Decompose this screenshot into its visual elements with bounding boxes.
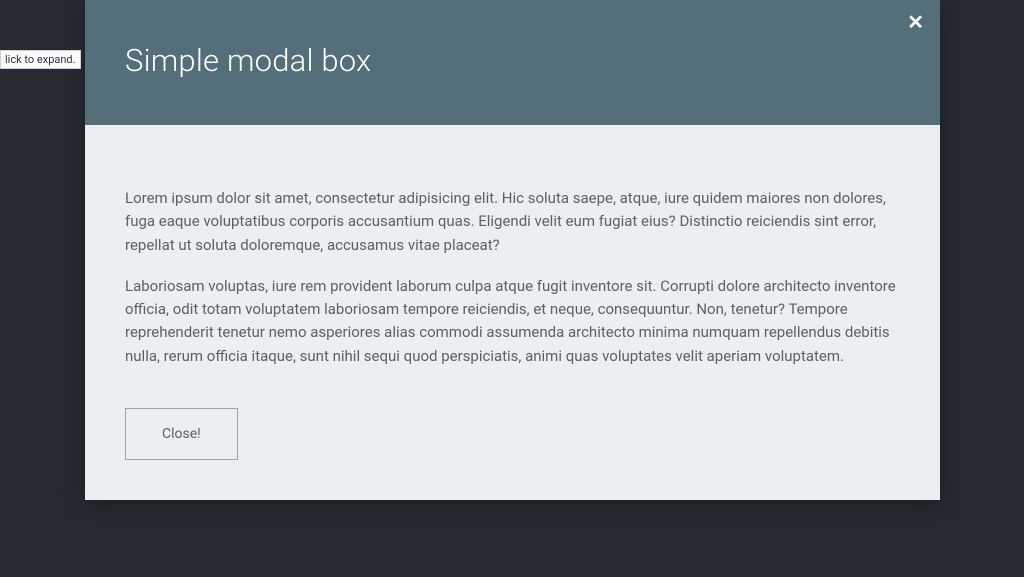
close-icon[interactable]: ✕ — [907, 12, 924, 32]
modal-dialog: ✕ Simple modal box Lorem ipsum dolor sit… — [85, 0, 940, 500]
modal-paragraph: Laboriosam voluptas, iure rem provident … — [125, 275, 900, 368]
close-button[interactable]: Close! — [125, 408, 238, 460]
expand-tooltip: lick to expand. — [0, 50, 81, 69]
modal-title: Simple modal box — [125, 42, 900, 79]
modal-body: Lorem ipsum dolor sit amet, consectetur … — [85, 125, 940, 500]
modal-paragraph: Lorem ipsum dolor sit amet, consectetur … — [125, 187, 900, 257]
modal-header: ✕ Simple modal box — [85, 0, 940, 125]
